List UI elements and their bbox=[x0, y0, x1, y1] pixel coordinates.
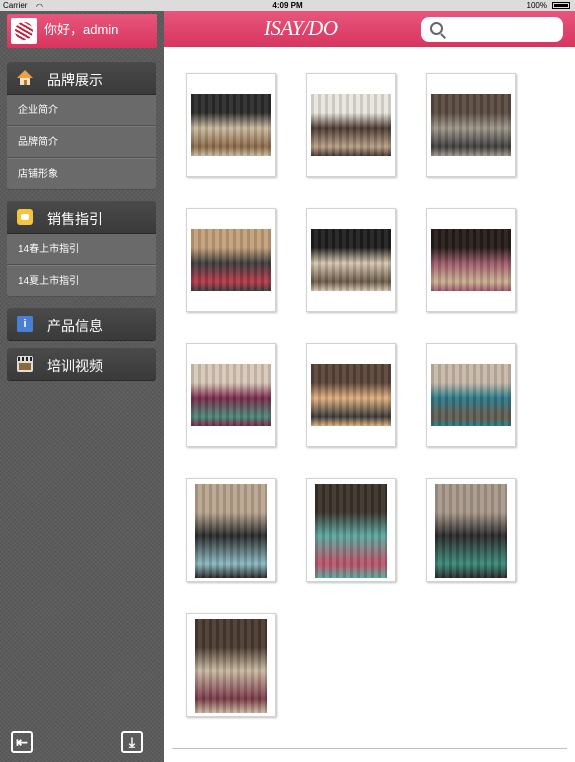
sidebar-item-store-image[interactable]: 店铺形象 bbox=[7, 158, 156, 190]
photo-detail bbox=[431, 229, 511, 291]
photo-detail bbox=[431, 94, 511, 156]
search-box[interactable] bbox=[421, 17, 563, 42]
photo-thumbnail[interactable] bbox=[186, 208, 276, 312]
search-icon bbox=[430, 22, 443, 35]
photo-thumbnail[interactable] bbox=[186, 478, 276, 582]
logout-button[interactable]: ⇤ bbox=[11, 731, 33, 753]
avatar bbox=[11, 18, 37, 44]
group-header-products[interactable]: i 产品信息 bbox=[7, 308, 156, 340]
group-brand: 品牌展示 企业简介 品牌简介 店铺形象 bbox=[7, 62, 156, 190]
sidebar-item-company-intro[interactable]: 企业简介 bbox=[7, 94, 156, 126]
store-photo bbox=[195, 484, 267, 578]
store-photo bbox=[191, 229, 271, 291]
photo-thumbnail[interactable] bbox=[306, 208, 396, 312]
photo-thumbnail[interactable] bbox=[186, 343, 276, 447]
photo-detail bbox=[191, 94, 271, 156]
photo-detail bbox=[195, 619, 267, 713]
group-label: 培训视频 bbox=[47, 358, 103, 374]
photo-detail bbox=[435, 484, 507, 578]
brand-seal-icon bbox=[15, 22, 33, 40]
download-icon: ⤓ bbox=[128, 734, 136, 750]
photo-thumbnail[interactable] bbox=[306, 343, 396, 447]
chat-icon bbox=[17, 209, 33, 225]
group-label: 品牌展示 bbox=[47, 72, 103, 88]
home-icon bbox=[17, 70, 33, 86]
store-photo bbox=[191, 364, 271, 426]
photo-thumbnail[interactable] bbox=[306, 478, 396, 582]
store-photo bbox=[191, 94, 271, 156]
group-label: 产品信息 bbox=[47, 318, 103, 334]
user-card[interactable]: 你好，admin bbox=[7, 14, 157, 48]
sidebar-item-brand-intro[interactable]: 品牌简介 bbox=[7, 126, 156, 158]
logout-icon: ⇤ bbox=[16, 734, 28, 750]
photo-detail bbox=[315, 484, 387, 578]
photo-detail bbox=[431, 364, 511, 426]
photo-thumbnail[interactable] bbox=[426, 208, 516, 312]
sidebar: 你好，admin 品牌展示 企业简介 品牌简介 店铺形象 销售指引 14春上市指… bbox=[0, 11, 164, 762]
store-photo bbox=[435, 484, 507, 578]
store-photo bbox=[195, 619, 267, 713]
clock: 4:09 PM bbox=[272, 1, 303, 10]
group-header-brand[interactable]: 品牌展示 bbox=[7, 62, 156, 94]
store-photo bbox=[315, 484, 387, 578]
info-icon: i bbox=[17, 316, 33, 332]
store-photo bbox=[431, 229, 511, 291]
photo-thumbnail[interactable] bbox=[186, 73, 276, 177]
group-header-training[interactable]: 培训视频 bbox=[7, 348, 156, 380]
store-photo bbox=[431, 94, 511, 156]
divider bbox=[172, 748, 567, 749]
group-sales: 销售指引 14春上市指引 14夏上市指引 bbox=[7, 201, 156, 297]
photo-detail bbox=[195, 484, 267, 578]
store-photo bbox=[311, 229, 391, 291]
photo-gallery bbox=[164, 47, 575, 762]
film-icon bbox=[17, 356, 33, 372]
group-header-sales[interactable]: 销售指引 bbox=[7, 201, 156, 233]
download-button[interactable]: ⤓ bbox=[121, 731, 143, 753]
photo-thumbnail[interactable] bbox=[426, 343, 516, 447]
photo-detail bbox=[311, 364, 391, 426]
photo-thumbnail[interactable] bbox=[426, 73, 516, 177]
store-photo bbox=[311, 364, 391, 426]
group-training: 培训视频 bbox=[7, 348, 156, 380]
store-photo bbox=[311, 94, 391, 156]
photo-detail bbox=[191, 364, 271, 426]
photo-thumbnail[interactable] bbox=[306, 73, 396, 177]
battery-percent: 100% bbox=[526, 1, 547, 10]
photo-detail bbox=[311, 229, 391, 291]
status-bar: Carrier ◠ 4:09 PM 100% bbox=[0, 0, 575, 11]
top-bar: ISAY/DO bbox=[164, 11, 575, 47]
sidebar-item-summer-guide[interactable]: 14夏上市指引 bbox=[7, 265, 156, 297]
photo-thumbnail[interactable] bbox=[186, 613, 276, 717]
store-photo bbox=[431, 364, 511, 426]
user-greeting: 你好，admin bbox=[44, 22, 119, 37]
group-label: 销售指引 bbox=[47, 211, 103, 227]
brand-logo: ISAY/DO bbox=[264, 16, 338, 40]
sidebar-item-spring-guide[interactable]: 14春上市指引 bbox=[7, 233, 156, 265]
group-products: i 产品信息 bbox=[7, 308, 156, 340]
search-input[interactable] bbox=[449, 20, 561, 40]
battery-icon bbox=[552, 2, 570, 9]
photo-detail bbox=[191, 229, 271, 291]
photo-detail bbox=[311, 94, 391, 156]
photo-thumbnail[interactable] bbox=[426, 478, 516, 582]
